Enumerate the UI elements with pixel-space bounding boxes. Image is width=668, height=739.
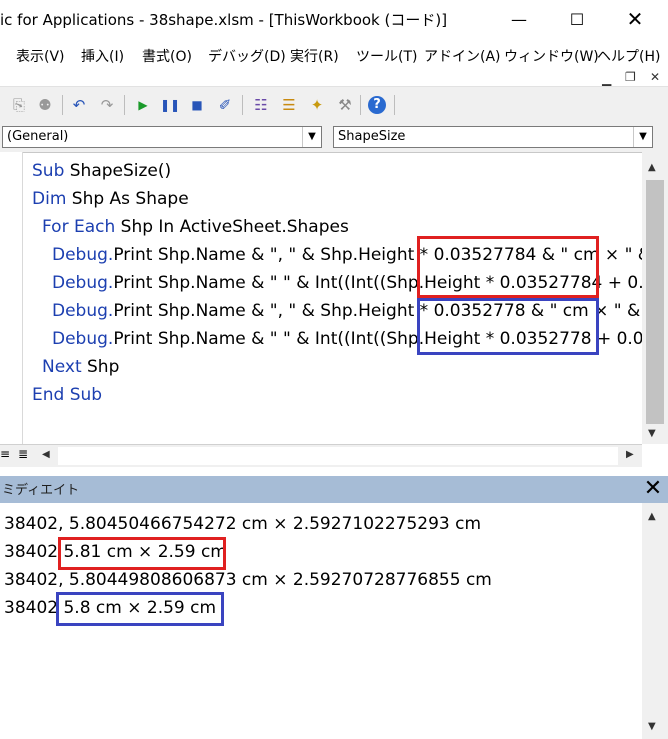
project-explorer-icon[interactable]: ☷ [252, 96, 270, 114]
scroll-down-icon[interactable]: ▼ [648, 721, 656, 732]
immediate-window-title: ミディエイト [2, 483, 80, 498]
scroll-up-icon[interactable]: ▲ [648, 511, 656, 522]
menu-debug[interactable]: デバッグ(D) [208, 46, 286, 66]
redo-icon[interactable]: ↷ [98, 96, 116, 114]
close-icon[interactable]: ✕ [640, 477, 666, 501]
code-margin [0, 152, 23, 444]
menu-view[interactable]: 表示(V) [16, 46, 65, 66]
menu-run[interactable]: 実行(R) [290, 46, 339, 66]
title-bar: ic for Applications - 38shape.xlsm - [Th… [0, 0, 668, 38]
menu-bar: 表示(V) 挿入(I) 書式(O) デバッグ(D) 実行(R) ツール(T) ア… [0, 38, 668, 72]
break-icon[interactable]: ❚❚ [160, 96, 180, 114]
toolbar: ⎘ ⚉ ↶ ↷ ▶ ❚❚ ■ ✐ ☷ ☰ ✦ ⚒ ? [0, 86, 668, 123]
highlight-blue-result [56, 592, 224, 626]
procedure-dropdown[interactable]: ShapeSize ▼ [333, 126, 653, 148]
object-dropdown-value: (General) [7, 129, 69, 144]
toolbar-separator [242, 95, 243, 115]
menu-addins[interactable]: アドイン(A) [424, 46, 501, 66]
scroll-thumb[interactable] [646, 180, 664, 424]
scroll-track[interactable] [646, 531, 664, 711]
menu-help[interactable]: ヘルプ(H) [597, 46, 660, 66]
help-icon[interactable]: ? [368, 96, 386, 114]
highlight-blue-code [417, 298, 599, 355]
combo-row: (General) ▼ ShapeSize ▼ [0, 122, 668, 152]
immediate-vertical-scrollbar[interactable]: ▲ ▼ [642, 503, 668, 739]
code-vertical-scrollbar[interactable]: ▲ ▼ [642, 152, 668, 444]
scroll-right-icon[interactable]: ▶ [626, 449, 634, 460]
highlight-red-result [58, 537, 226, 570]
menu-insert[interactable]: 挿入(I) [81, 46, 124, 66]
code-horizontal-scrollbar[interactable]: ≡ ≣ ◀ ▶ [0, 444, 642, 467]
object-browser-icon[interactable]: ✦ [308, 96, 326, 114]
menu-window[interactable]: ウィンドウ(W) [504, 46, 599, 66]
undo-icon[interactable]: ↶ [70, 96, 88, 114]
toolbar-separator [124, 95, 125, 115]
run-icon[interactable]: ▶ [134, 96, 152, 114]
design-mode-icon[interactable]: ✐ [216, 96, 234, 114]
procedure-dropdown-value: ShapeSize [338, 129, 406, 144]
highlight-red-code [417, 236, 599, 298]
copy-icon[interactable]: ⎘ [10, 96, 28, 114]
properties-icon[interactable]: ☰ [280, 96, 298, 114]
toolbar-separator [394, 95, 395, 115]
minimize-icon[interactable]: — [496, 0, 542, 38]
immediate-window-header: ミディエイト ✕ [0, 476, 668, 503]
window-title: ic for Applications - 38shape.xlsm - [Th… [0, 11, 448, 29]
code-line: For Each Shp In ActiveSheet.Shapes [42, 217, 349, 237]
immediate-line: 38402, 5.80450466754272 cm × 2.592710227… [4, 514, 482, 534]
procedure-view-icon[interactable]: ≡ [0, 447, 10, 461]
toolbox-icon[interactable]: ⚒ [336, 96, 354, 114]
scroll-track[interactable] [58, 447, 618, 465]
maximize-icon[interactable]: ☐ [554, 0, 600, 38]
code-line: Next Shp [42, 357, 120, 377]
reset-icon[interactable]: ■ [188, 96, 206, 114]
scroll-up-icon[interactable]: ▲ [648, 162, 656, 173]
chevron-down-icon[interactable]: ▼ [302, 127, 321, 147]
full-module-view-icon[interactable]: ≣ [18, 447, 28, 461]
close-icon[interactable]: ✕ [612, 0, 658, 38]
mdi-minimize-icon[interactable]: ▁ [602, 72, 611, 86]
toolbar-separator [62, 95, 63, 115]
immediate-line: 38402, 5.80449808606873 cm × 2.592707287… [4, 570, 492, 590]
object-dropdown[interactable]: (General) ▼ [2, 126, 322, 148]
mdi-close-icon[interactable]: ✕ [650, 70, 660, 84]
menu-tools[interactable]: ツール(T) [356, 46, 417, 66]
menu-format[interactable]: 書式(O) [142, 46, 192, 66]
mdi-restore-icon[interactable]: ❐ [625, 70, 636, 84]
code-line: Dim Shp As Shape [32, 189, 189, 209]
code-line: Sub ShapeSize() [32, 161, 172, 181]
toolbar-separator [360, 95, 361, 115]
chevron-down-icon[interactable]: ▼ [633, 127, 652, 147]
code-line: End Sub [32, 385, 103, 405]
scroll-down-icon[interactable]: ▼ [648, 428, 656, 439]
scroll-left-icon[interactable]: ◀ [42, 449, 50, 460]
find-icon[interactable]: ⚉ [36, 96, 54, 114]
